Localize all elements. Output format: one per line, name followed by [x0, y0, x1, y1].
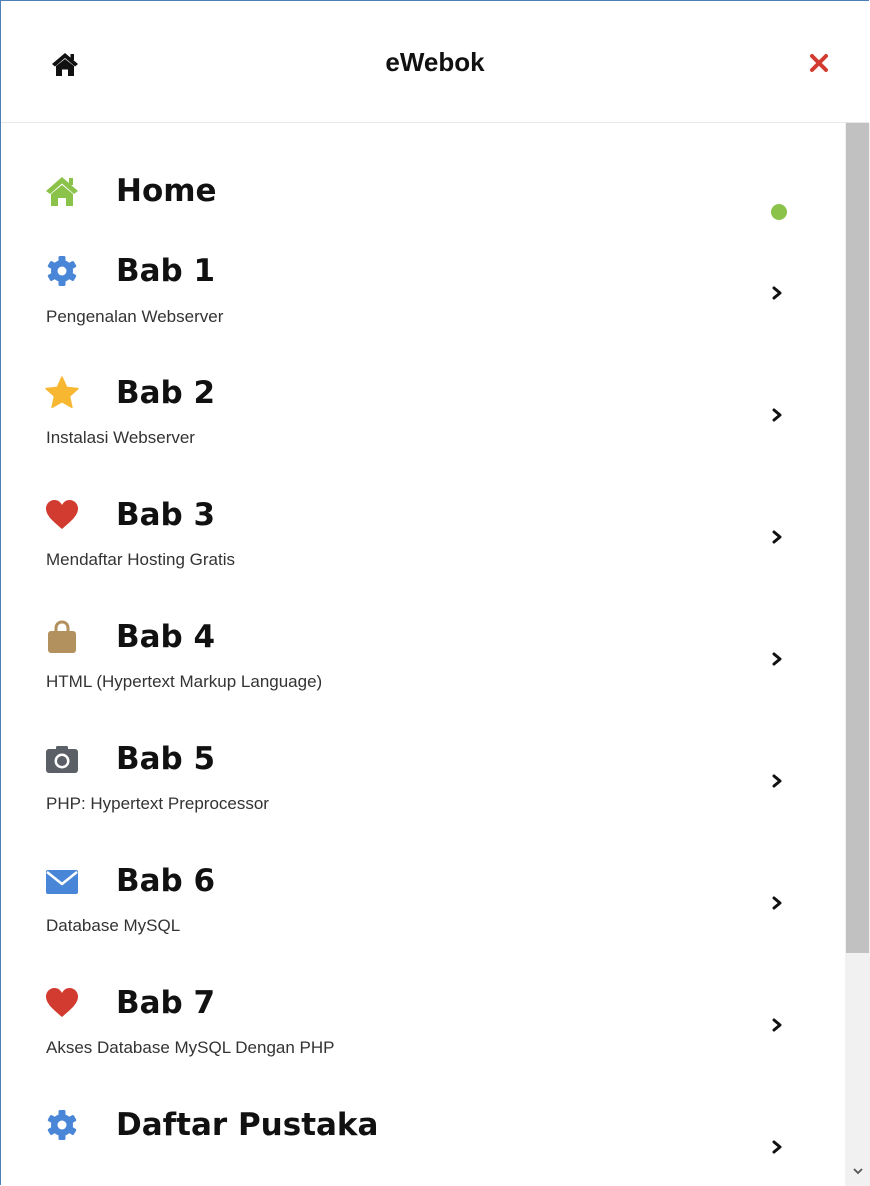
menu-item-bab-4[interactable]: Bab 4 HTML (Hypertext Markup Language)	[0, 617, 845, 735]
chevron-right-icon	[772, 530, 782, 544]
panel-header: eWebok	[1, 1, 869, 123]
menu-item-label: Bab 1	[116, 253, 216, 289]
menu-item-daftar-pustaka[interactable]: Daftar Pustaka	[0, 1105, 845, 1186]
close-button[interactable]	[805, 49, 833, 77]
menu-item-label: Bab 2	[116, 375, 216, 411]
camera-icon	[46, 746, 78, 773]
chevron-right-icon	[772, 652, 782, 666]
heart-icon	[46, 988, 78, 1017]
menu-item-label: Bab 6	[116, 863, 216, 899]
heart-icon	[46, 500, 78, 529]
envelope-icon	[46, 870, 78, 894]
menu-item-bab-5[interactable]: Bab 5 PHP: Hypertext Preprocessor	[0, 739, 845, 857]
close-icon	[810, 54, 828, 72]
gear-icon	[47, 1110, 77, 1140]
menu-item-bab-6[interactable]: Bab 6 Database MySQL	[0, 861, 845, 979]
chevron-right-icon	[772, 1140, 782, 1154]
chevron-right-icon	[772, 408, 782, 422]
vertical-scrollbar[interactable]	[845, 123, 870, 1186]
menu-item-label: Bab 5	[116, 741, 216, 777]
chevron-right-icon	[772, 286, 782, 300]
menu-item-label: Bab 7	[116, 985, 216, 1021]
chevron-right-icon	[772, 774, 782, 788]
menu-item-subtitle: Akses Database MySQL Dengan PHP	[46, 1038, 335, 1057]
menu-item-label: Bab 3	[116, 497, 216, 533]
menu-list: Home Bab 1 Pengenalan Webserver Bab 2 In…	[0, 123, 845, 1186]
scrollbar-thumb[interactable]	[846, 123, 869, 953]
menu-item-bab-3[interactable]: Bab 3 Mendaftar Hosting Gratis	[0, 495, 845, 613]
home-icon	[46, 177, 78, 206]
scroll-down-arrow-icon[interactable]	[851, 1164, 865, 1178]
app-title: eWebok	[385, 47, 485, 77]
chevron-right-icon	[772, 896, 782, 910]
menu-item-label: Bab 4	[116, 619, 216, 655]
shopping-bag-icon	[48, 620, 76, 653]
menu-item-label: Home	[116, 173, 217, 209]
menu-item-subtitle: Database MySQL	[46, 916, 181, 935]
menu-item-label: Daftar Pustaka	[116, 1107, 379, 1143]
menu-item-subtitle: PHP: Hypertext Preprocessor	[46, 794, 269, 813]
star-icon	[45, 376, 79, 409]
menu-item-bab-7[interactable]: Bab 7 Akses Database MySQL Dengan PHP	[0, 983, 845, 1101]
menu-item-bab-2[interactable]: Bab 2 Instalasi Webserver	[0, 373, 845, 491]
menu-item-subtitle: HTML (Hypertext Markup Language)	[46, 672, 323, 691]
menu-item-subtitle: Instalasi Webserver	[46, 428, 195, 447]
menu-item-subtitle: Pengenalan Webserver	[46, 307, 224, 326]
chevron-right-icon	[772, 1018, 782, 1032]
menu-item-subtitle: Mendaftar Hosting Gratis	[46, 550, 235, 569]
menu-item-bab-1[interactable]: Bab 1 Pengenalan Webserver	[0, 251, 845, 369]
gear-icon	[47, 256, 77, 286]
active-indicator-dot	[771, 204, 787, 220]
